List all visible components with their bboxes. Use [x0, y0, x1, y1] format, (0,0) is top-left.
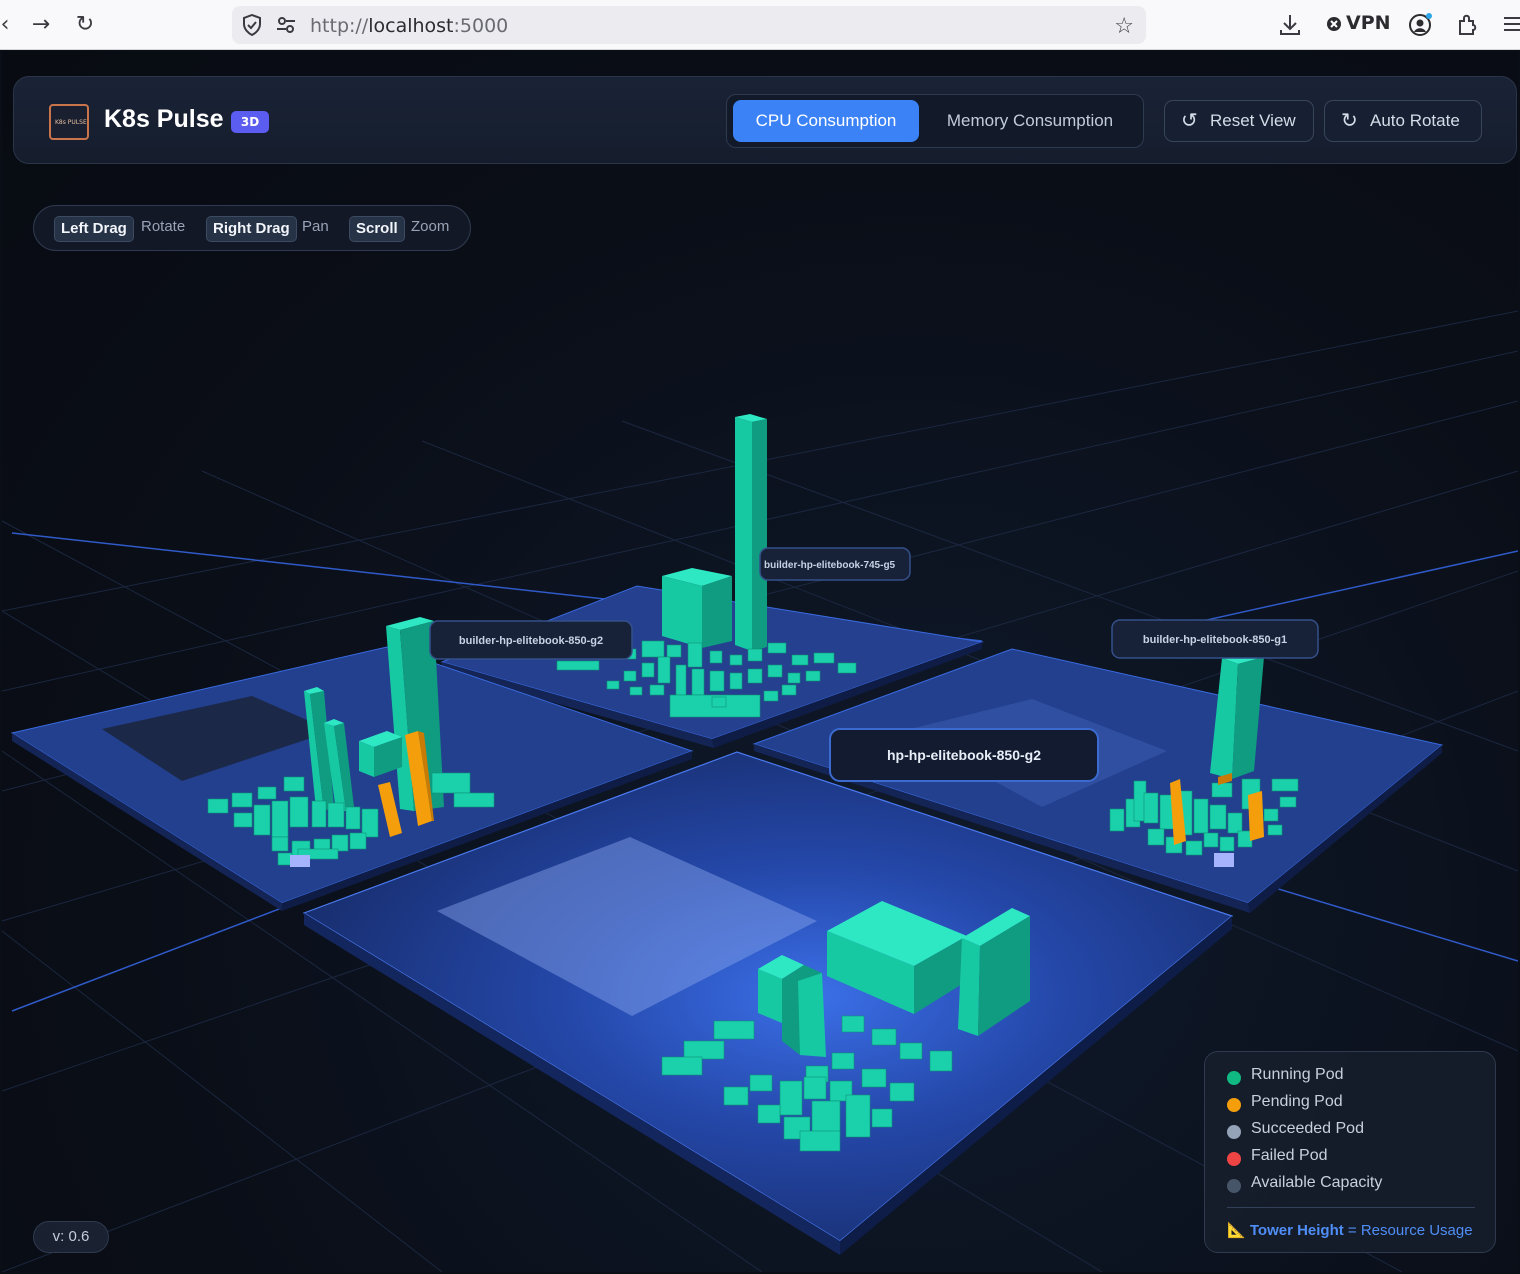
hint-action: Pan: [302, 218, 329, 235]
reset-view-button[interactable]: ↺ Reset View: [1164, 100, 1314, 142]
metric-toggle: CPU Consumption Memory Consumption: [726, 94, 1144, 148]
url-port: :5000: [453, 15, 509, 37]
tab-memory-consumption[interactable]: Memory Consumption: [923, 100, 1137, 142]
legend-divider: [1227, 1207, 1475, 1208]
legend-panel: Running Pod Pending Pod Succeeded Pod Fa…: [1204, 1051, 1496, 1253]
failed-dot-icon: [1227, 1152, 1241, 1166]
legend-label: Failed Pod: [1251, 1147, 1328, 1164]
hint-key: Right Drag: [206, 216, 297, 242]
hint-key: Scroll: [349, 216, 405, 242]
url-host: localhost: [368, 15, 454, 37]
node-name: builder-hp-elitebook-745-g5: [764, 560, 896, 571]
legend-label: Succeeded Pod: [1251, 1120, 1364, 1137]
reload-icon[interactable]: ↻: [72, 12, 98, 38]
url-scheme: http://: [310, 15, 369, 37]
vpn-label[interactable]: VPN: [1346, 12, 1391, 34]
legend-footer: 📐 Tower Height = Resource Usage: [1227, 1221, 1473, 1239]
pod-succeeded: [290, 855, 310, 867]
tab-cpu-consumption[interactable]: CPU Consumption: [733, 100, 919, 142]
downloads-icon[interactable]: [1279, 13, 1301, 37]
succeeded-dot-icon: [1227, 1125, 1241, 1139]
hint-action: Zoom: [411, 218, 450, 235]
reset-icon: ↺: [1181, 110, 1198, 132]
bookmark-star-icon[interactable]: ☆: [1114, 14, 1134, 39]
hint-key: Left Drag: [54, 216, 134, 242]
hint-action: Rotate: [141, 218, 186, 235]
ruler-icon: 📐: [1227, 1222, 1246, 1239]
running-dot-icon: [1227, 1071, 1241, 1085]
extensions-icon[interactable]: [1456, 13, 1478, 37]
reset-view-label: Reset View: [1210, 111, 1296, 130]
pending-dot-icon: [1227, 1098, 1241, 1112]
legend-label: Running Pod: [1251, 1066, 1344, 1083]
node-label-hp-850-g2[interactable]: hp-hp-elitebook-850-g2: [829, 728, 1099, 782]
page-settings-icon[interactable]: [276, 16, 296, 34]
legend-label: Available Capacity: [1251, 1174, 1383, 1191]
brand-title: K8s Pulse: [104, 105, 224, 133]
node-name: builder-hp-elitebook-850-g1: [1143, 634, 1287, 646]
url-text[interactable]: http://localhost:5000: [310, 15, 508, 37]
node-label-850-g2-builder[interactable]: builder-hp-elitebook-850-g2: [429, 620, 633, 660]
logo: K8s PULSE: [49, 104, 89, 140]
node-name: hp-hp-elitebook-850-g2: [887, 747, 1041, 763]
app-header: K8s PULSE K8s Pulse 3D CPU Consumption M…: [13, 76, 1517, 164]
auto-rotate-button[interactable]: ↻ Auto Rotate: [1324, 100, 1482, 142]
back-icon[interactable]: ‹: [0, 12, 18, 38]
node-label-850-g1[interactable]: builder-hp-elitebook-850-g1: [1111, 619, 1319, 659]
forward-icon[interactable]: →: [28, 12, 54, 38]
capacity-dot-icon: [1227, 1179, 1241, 1193]
node-label-745-g5[interactable]: builder-hp-elitebook-745-g5: [759, 547, 911, 581]
browser-toolbar: ‹ → ↻ http://localhost:5000 ☆ VPN: [0, 0, 1520, 50]
menu-icon[interactable]: [1502, 15, 1520, 33]
auto-rotate-label: Auto Rotate: [1370, 111, 1460, 130]
address-bar[interactable]: http://localhost:5000 ☆: [232, 6, 1146, 44]
controls-hint: Left Drag Rotate Right Drag Pan Scroll Z…: [33, 205, 471, 251]
legend-label: Pending Pod: [1251, 1093, 1343, 1110]
rotate-icon: ↻: [1341, 110, 1358, 132]
legend-footer-rest: = Resource Usage: [1343, 1222, 1473, 1239]
node-name: builder-hp-elitebook-850-g2: [459, 635, 603, 647]
mode-badge: 3D: [231, 111, 269, 133]
app-viewport: builder-hp-elitebook-745-g5 builder-hp-e…: [2, 51, 1518, 1272]
version-badge: v: 0.6: [33, 1221, 109, 1253]
account-icon[interactable]: [1408, 12, 1434, 38]
logo-text: K8s PULSE: [55, 119, 87, 126]
shield-icon[interactable]: [242, 14, 262, 36]
vpn-status-icon[interactable]: [1326, 16, 1342, 32]
legend-footer-bold: Tower Height: [1249, 1222, 1344, 1239]
pod-succeeded: [1214, 853, 1234, 867]
